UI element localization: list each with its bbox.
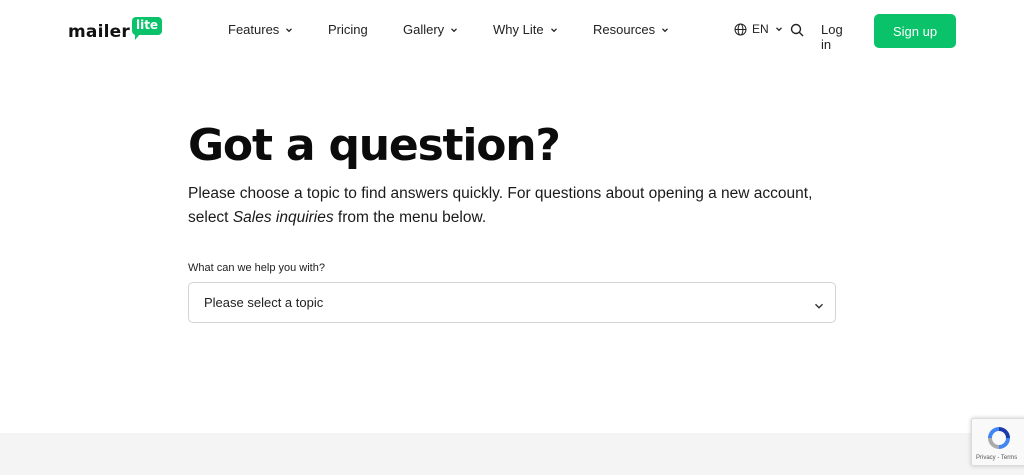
nav-item-label: Gallery bbox=[403, 22, 445, 37]
language-selector[interactable]: EN bbox=[734, 22, 783, 36]
site-header: mailer lite Features Pricing Gallery Why… bbox=[0, 0, 1024, 62]
nav-item-pricing[interactable]: Pricing bbox=[328, 22, 368, 37]
chevron-down-icon bbox=[285, 26, 293, 34]
nav-item-label: Why Lite bbox=[493, 22, 544, 37]
page-title: Got a question? bbox=[188, 120, 561, 171]
description-emphasis: Sales inquiries bbox=[232, 209, 334, 226]
topic-select-value: Please select a topic bbox=[204, 295, 324, 310]
recaptcha-icon bbox=[985, 424, 1013, 452]
search-icon[interactable] bbox=[790, 23, 804, 37]
recaptcha-footer-text: Privacy - Terms bbox=[976, 455, 1018, 461]
nav-item-resources[interactable]: Resources bbox=[593, 22, 669, 37]
mailerlite-logo[interactable]: mailer lite bbox=[68, 17, 163, 45]
chevron-down-icon bbox=[450, 26, 458, 34]
nav-item-label: Features bbox=[228, 22, 280, 37]
chevron-down-icon bbox=[550, 26, 558, 34]
logo-badge: lite bbox=[131, 17, 163, 40]
nav-item-why-lite[interactable]: Why Lite bbox=[493, 22, 558, 37]
login-link[interactable]: Log in bbox=[821, 22, 843, 52]
description-text-end: from the menu below. bbox=[333, 209, 487, 226]
recaptcha-badge[interactable]: Privacy - Terms bbox=[971, 418, 1024, 466]
nav-item-label: Resources bbox=[593, 22, 656, 37]
chevron-down-icon bbox=[814, 298, 824, 309]
topic-select-label: What can we help you with? bbox=[188, 262, 325, 274]
nav-item-label: Pricing bbox=[328, 22, 368, 37]
nav-item-gallery[interactable]: Gallery bbox=[403, 22, 458, 37]
page: mailer lite Features Pricing Gallery Why… bbox=[0, 0, 1024, 475]
topic-select[interactable]: Please select a topic bbox=[188, 282, 836, 323]
page-description: Please choose a topic to find answers qu… bbox=[188, 182, 848, 230]
chevron-down-icon bbox=[775, 25, 783, 33]
language-label: EN bbox=[752, 22, 769, 36]
footer-band bbox=[0, 433, 1024, 475]
logo-wordmark: mailer bbox=[68, 22, 130, 42]
signup-button[interactable]: Sign up bbox=[874, 14, 956, 48]
chevron-down-icon bbox=[661, 26, 669, 34]
globe-icon bbox=[734, 23, 747, 36]
nav-item-features[interactable]: Features bbox=[228, 22, 293, 37]
